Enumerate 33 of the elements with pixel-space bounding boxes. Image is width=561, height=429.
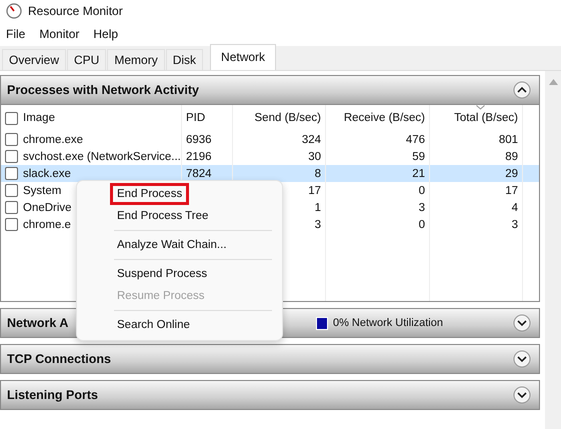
- table-cell: 7824: [186, 168, 212, 180]
- table-cell: 8: [314, 168, 321, 180]
- table-cell: 0: [418, 218, 425, 230]
- table-cell: 3: [512, 218, 518, 230]
- table-cell: 801: [498, 134, 518, 146]
- table-cell: 17: [505, 184, 518, 196]
- table-cell: 324: [302, 134, 321, 146]
- table-cell: OneDrive: [23, 202, 72, 214]
- table-cell: chrome.exe: [23, 134, 84, 146]
- table-cell: 4: [512, 202, 518, 214]
- table-cell: System: [23, 184, 62, 196]
- table-cell: 6936: [186, 134, 212, 146]
- section-title: Listening Ports: [7, 388, 98, 402]
- utilization-label: 0% Network Utilization: [332, 317, 443, 329]
- section-title: TCP Connections: [7, 352, 111, 366]
- table-cell: 3: [314, 218, 321, 230]
- table-cell: 21: [412, 168, 425, 180]
- table-cell: 59: [412, 150, 425, 162]
- table-cell: 1: [314, 202, 321, 214]
- table-cell: 3: [418, 202, 425, 214]
- window-title: Resource Monitor: [28, 4, 123, 18]
- table-cell: 17: [308, 184, 321, 196]
- table-cell: 2196: [186, 150, 212, 162]
- table-cell: slack.exe: [23, 168, 71, 180]
- table-cell: 29: [505, 168, 518, 180]
- section-title: Network A: [7, 316, 68, 330]
- table-cell: svchost.exe (NetworkService...: [23, 150, 181, 162]
- table-cell: 476: [406, 134, 425, 146]
- table-cell: 0: [418, 184, 425, 196]
- section-title: Processes with Network Activity: [7, 83, 199, 97]
- table-cell: 30: [308, 150, 321, 162]
- table-cell: 89: [505, 150, 518, 162]
- table-cell: chrome.e: [23, 218, 71, 230]
